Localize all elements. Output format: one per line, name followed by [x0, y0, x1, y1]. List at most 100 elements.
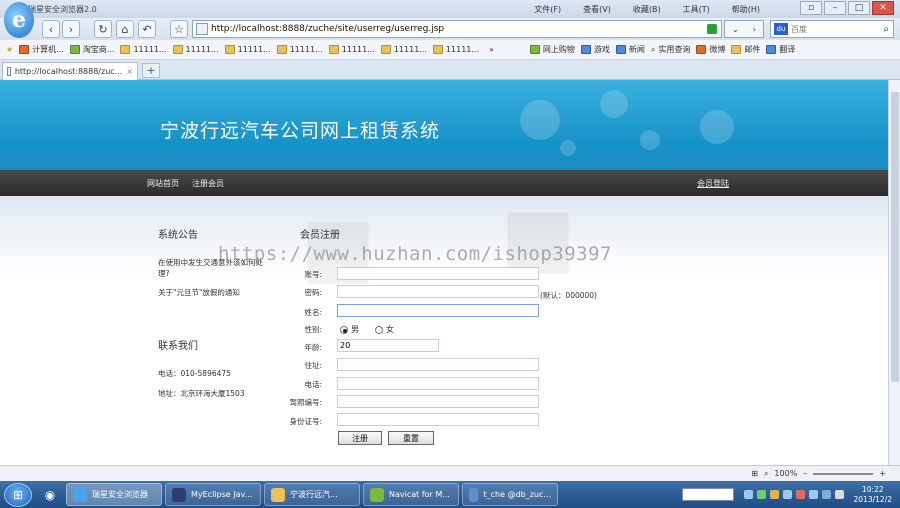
restore-down-icon[interactable]: ▫ [800, 1, 822, 15]
decoration [560, 140, 576, 156]
tray-icon[interactable] [782, 490, 792, 499]
zoom-slider[interactable] [813, 472, 874, 475]
fav-item[interactable]: 11111... [120, 45, 167, 54]
fav-item[interactable]: 新闻 [615, 44, 645, 55]
scrollbar-thumb[interactable] [891, 92, 899, 382]
close-icon[interactable]: ✕ [872, 1, 894, 15]
tray-icon[interactable] [808, 490, 818, 499]
decoration [640, 130, 660, 150]
volume-icon[interactable] [834, 490, 844, 499]
license-input[interactable] [337, 395, 539, 408]
start-button-icon[interactable]: ⊞ [4, 482, 32, 507]
taskbar-item[interactable]: t_che @db_zuc... [462, 483, 558, 506]
minimize-icon[interactable]: – [824, 1, 846, 15]
fav-item[interactable]: 11111... [328, 45, 375, 54]
search-icon[interactable]: ⌕ [883, 24, 889, 35]
new-tab-button[interactable]: + [142, 63, 160, 78]
fav-item[interactable]: 淘宝商... [69, 44, 114, 55]
zoom-level[interactable]: 100% [774, 469, 797, 478]
notice-link[interactable]: 关于"元旦节"放假的通知 [158, 287, 278, 298]
undo-icon[interactable]: ↶ [138, 20, 156, 38]
fav-more[interactable]: » [489, 45, 494, 54]
register-button[interactable]: 注册 [338, 431, 382, 445]
fav-item[interactable]: 11111... [224, 45, 271, 54]
fav-item[interactable]: 微博 [696, 44, 725, 55]
tray-icon[interactable] [743, 490, 753, 499]
tray-icon[interactable] [756, 490, 766, 499]
phone-label: 电话: [304, 380, 322, 389]
tray-icon[interactable] [795, 490, 805, 499]
gender-female-radio[interactable]: 女 [375, 324, 394, 335]
nav-register-link[interactable]: 注册会员 [192, 178, 224, 189]
taskbar-item[interactable]: 瑞星安全浏览器 [66, 483, 162, 506]
network-icon[interactable] [821, 490, 831, 499]
fav-item[interactable]: 11111... [276, 45, 323, 54]
folder-icon [432, 45, 443, 54]
zoom-out-icon[interactable]: – [803, 469, 807, 478]
account-input[interactable] [337, 267, 539, 280]
browser-app-icon [73, 487, 87, 502]
fav-item[interactable]: 11111... [380, 45, 427, 54]
reset-button[interactable]: 重置 [388, 431, 434, 445]
folder-icon [120, 45, 131, 54]
tray-input[interactable] [681, 488, 734, 501]
tab-active[interactable]: http://localhost:8888/zuc... × [2, 62, 138, 80]
address-dropdown[interactable]: ⌄ › [724, 20, 764, 38]
age-label: 年龄: [304, 343, 322, 352]
taskbar-item[interactable]: MyEclipse Jav... [165, 483, 261, 506]
folder-icon [19, 45, 30, 54]
folder-icon [328, 45, 339, 54]
favorites-star-icon[interactable]: ★ [6, 45, 13, 54]
favorite-star-icon[interactable]: ☆ [170, 20, 188, 38]
fav-item[interactable]: 翻译 [766, 44, 795, 55]
search-box[interactable]: du ⌕ [770, 20, 894, 38]
table-app-icon [469, 487, 479, 502]
quick-launch-icon[interactable]: ◉ [36, 484, 64, 506]
fav-item[interactable]: 11111... [432, 45, 479, 54]
folder-icon [380, 45, 391, 54]
gender-male-radio[interactable]: 男 [340, 324, 359, 335]
address-input-field[interactable] [337, 358, 539, 371]
age-input[interactable] [337, 339, 439, 352]
menu-file[interactable]: 文件(F) [534, 4, 561, 15]
tab-close-icon[interactable]: × [126, 67, 133, 76]
address-input[interactable] [211, 24, 707, 34]
fav-item[interactable]: 邮件 [731, 44, 760, 55]
clock-date: 2013/12/2 [853, 494, 892, 504]
phone-input[interactable] [337, 377, 539, 390]
zoom-in-icon[interactable]: + [879, 469, 886, 478]
menu-view[interactable]: 查看(V) [583, 4, 611, 15]
menu-help[interactable]: 帮助(H) [732, 4, 760, 15]
site-nav: 网站首页 注册会员 会员登陆 [0, 170, 888, 196]
menu-favorites[interactable]: 收藏(B) [633, 4, 661, 15]
home-icon[interactable]: ⌂ [116, 20, 134, 38]
nav-login-link[interactable]: 会员登陆 [697, 178, 729, 189]
clock[interactable]: 10:22 2013/12/2 [854, 485, 892, 505]
vertical-scrollbar[interactable] [888, 80, 900, 465]
fav-item[interactable]: 计算机... [19, 44, 64, 55]
radio-unchecked-icon [375, 325, 383, 334]
menu-tools[interactable]: 工具(T) [683, 4, 710, 15]
forward-icon[interactable]: › [62, 20, 80, 38]
search-input[interactable] [791, 24, 871, 34]
compat-icon[interactable]: ⊞ [751, 469, 758, 478]
fav-item[interactable]: 游戏 [580, 44, 610, 55]
fav-item[interactable]: 11111... [172, 45, 219, 54]
nav-home-link[interactable]: 网站首页 [147, 178, 179, 189]
password-input[interactable] [337, 285, 539, 298]
tray-icon[interactable] [769, 490, 779, 499]
taskbar-item[interactable]: 宁波行远汽... [264, 483, 360, 506]
zoom-icon[interactable]: ⌕ [764, 469, 768, 479]
decoration [520, 100, 560, 140]
maximize-icon[interactable]: □ [848, 1, 870, 15]
refresh-icon[interactable]: ↻ [94, 20, 112, 38]
taskbar-item[interactable]: Navicat for M... [363, 483, 459, 506]
fav-item[interactable]: ⌕ 实用查询 [651, 44, 690, 55]
page-icon [196, 23, 208, 35]
address-bar[interactable] [192, 20, 722, 38]
name-input[interactable] [337, 304, 539, 317]
idcard-input[interactable] [337, 413, 539, 426]
fav-item[interactable]: 网上购物 [529, 44, 575, 55]
tab-label: http://localhost:8888/zuc... [14, 67, 123, 76]
back-icon[interactable]: ‹ [42, 20, 60, 38]
